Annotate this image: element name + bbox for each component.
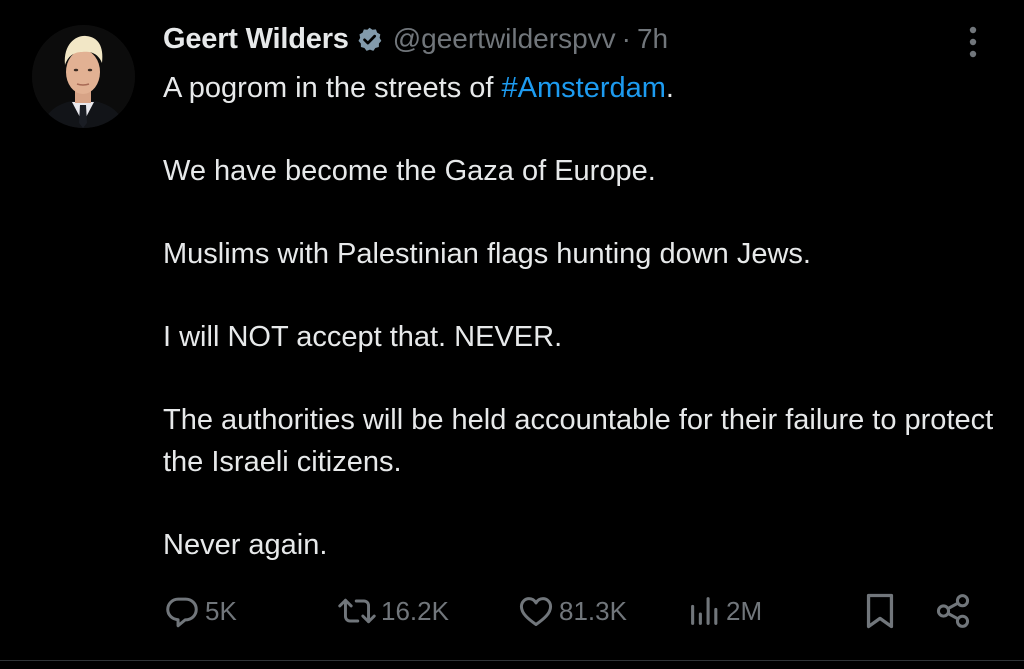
action-bar: 5K 16.2K 81.3K 2M	[0, 588, 1024, 634]
hashtag-link[interactable]: #Amsterdam	[502, 72, 666, 104]
reply-button[interactable]: 5K	[163, 588, 237, 634]
bookmark-icon	[862, 591, 898, 631]
display-name[interactable]: Geert Wilders	[163, 23, 349, 56]
more-icon[interactable]	[958, 22, 988, 62]
retweet-count: 16.2K	[381, 595, 449, 626]
tweet-text-suffix: .	[665, 72, 674, 104]
share-icon	[934, 591, 972, 631]
retweet-icon	[337, 592, 377, 630]
reply-icon	[163, 592, 201, 630]
tweet-text-prefix: A pogrom in the streets of	[163, 72, 502, 104]
tweet-paragraph: I will NOT accept that. NEVER.	[163, 321, 563, 353]
tweet[interactable]: Geert Wilders @geertwilderspvv · 7h A po…	[0, 0, 1024, 669]
like-icon	[517, 592, 555, 630]
tweet-paragraph: We have become the Gaza of Europe.	[163, 155, 656, 187]
user-handle[interactable]: @geertwilderspvv	[393, 23, 616, 55]
like-button[interactable]: 81.3K	[517, 588, 627, 634]
views-count: 2M	[726, 595, 763, 626]
views-button[interactable]: 2M	[688, 588, 762, 634]
like-count: 81.3K	[559, 595, 627, 626]
tweet-paragraph: Muslims with Palestinian flags hunting d…	[163, 238, 811, 270]
tweet-paragraph: A pogrom in the streets of #Amsterdam.	[163, 68, 1003, 110]
tweet-text: A pogrom in the streets of #Amsterdam. W…	[163, 68, 1003, 566]
tweet-paragraph: The authorities will be held accountable…	[163, 404, 994, 478]
share-button[interactable]	[934, 588, 972, 634]
verified-badge-icon[interactable]	[356, 26, 383, 53]
views-icon	[688, 592, 722, 630]
tweet-timestamp[interactable]: 7h	[637, 23, 668, 55]
tweet-header: Geert Wilders @geertwilderspvv · 7h	[163, 18, 668, 60]
separator-dot: ·	[621, 23, 631, 54]
divider	[0, 660, 1024, 661]
retweet-button[interactable]: 16.2K	[337, 588, 449, 634]
bookmark-button[interactable]	[862, 588, 898, 634]
avatar[interactable]	[32, 25, 135, 128]
tweet-paragraph: Never again.	[163, 528, 328, 561]
reply-count: 5K	[205, 595, 237, 626]
